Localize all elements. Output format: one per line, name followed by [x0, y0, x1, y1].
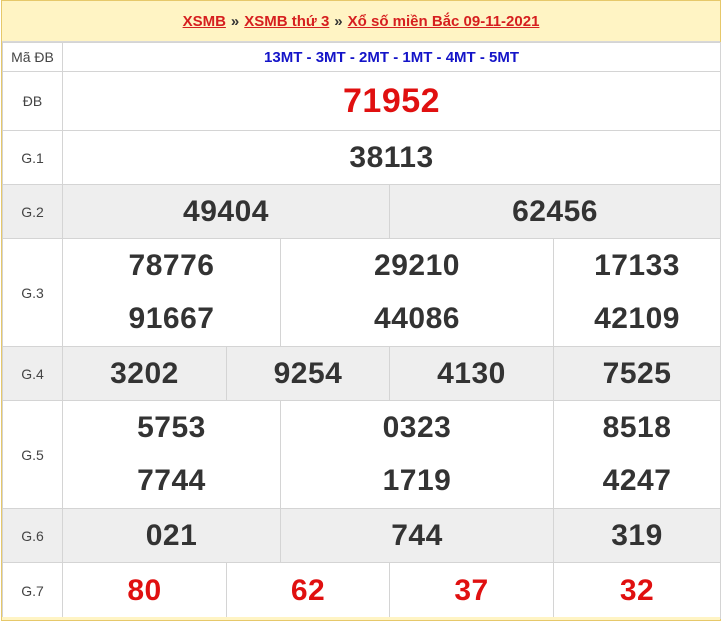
prize-number: 0323 [382, 410, 452, 444]
special-prize-number: 71952 [343, 81, 441, 120]
breadcrumb: XSMB » XSMB thứ 3 » Xổ số miền Bắc 09-11… [2, 0, 720, 42]
breadcrumb-separator: » [230, 12, 240, 30]
prize-number: 7744 [137, 464, 206, 498]
breadcrumb-link-xo-so-mien-bac[interactable]: Xổ số miền Bắc 09-11-2021 [348, 13, 540, 30]
prize-number: 62 [290, 573, 326, 607]
prize-number: 49404 [183, 194, 269, 228]
row-label: G.5 [2, 400, 63, 509]
row-g6: G.6 021 744 319 [2, 508, 722, 563]
prize-number: 4130 [437, 356, 506, 390]
breadcrumb-link-xsmb-thu-3[interactable]: XSMB thứ 3 [244, 13, 329, 30]
prize-number: 17133 [594, 248, 680, 282]
prize-number: 319 [611, 518, 663, 552]
row-ma-db: Mã ĐB 13MT - 3MT - 2MT - 1MT - 4MT - 5MT [2, 42, 722, 72]
prize-number: 78776 [128, 248, 215, 282]
row-label: G.7 [2, 562, 63, 619]
breadcrumb-separator: » [334, 12, 343, 30]
row-label: G.6 [2, 508, 63, 563]
prize-number: 8518 [602, 410, 672, 444]
prize-number: 5753 [137, 410, 206, 444]
results-panel: XSMB » XSMB thứ 3 » Xổ số miền Bắc 09-11… [1, 0, 722, 621]
row-label: G.1 [2, 130, 63, 185]
row-g1: G.1 38113 [2, 130, 722, 185]
row-g2: G.2 49404 62456 [2, 184, 722, 239]
row-label: Mã ĐB [2, 42, 63, 72]
row-g5: G.5 5753 0323 8518 [2, 400, 722, 509]
row-g5-second: 7744 1719 4247 [3, 454, 722, 509]
prize-number: 91667 [128, 302, 215, 336]
prize-number: 62456 [512, 194, 598, 228]
row-label: G.3 [2, 238, 63, 347]
prize-number: 1719 [382, 464, 452, 498]
prize-number: 38113 [349, 140, 434, 174]
prize-number: 4247 [602, 464, 672, 498]
prize-number: 32 [619, 573, 655, 607]
row-label: G.4 [2, 346, 63, 401]
prize-number: 744 [391, 518, 443, 552]
row-g7: G.7 80 62 37 32 [2, 562, 722, 619]
row-db: ĐB 71952 [2, 71, 722, 131]
bottom-border [2, 617, 720, 620]
prize-number: 3202 [110, 356, 179, 390]
prize-number: 9254 [273, 356, 343, 390]
row-label: ĐB [2, 71, 63, 131]
prize-number: 80 [127, 573, 162, 607]
prize-number: 42109 [594, 302, 680, 336]
prize-number: 29210 [374, 248, 460, 282]
results-table: Mã ĐB 13MT - 3MT - 2MT - 1MT - 4MT - 5MT… [2, 42, 722, 619]
prize-number: 021 [145, 518, 198, 552]
prize-number: 44086 [374, 302, 460, 336]
row-label: G.2 [2, 184, 63, 239]
prize-number: 7525 [602, 356, 672, 390]
row-g3-second: 91667 44086 42109 [3, 292, 722, 347]
special-code-list: 13MT - 3MT - 2MT - 1MT - 4MT - 5MT [61, 42, 722, 72]
row-g3: G.3 78776 29210 17133 [2, 238, 722, 347]
row-g4: G.4 3202 9254 4130 7525 [2, 346, 722, 401]
prize-number: 37 [454, 573, 489, 607]
breadcrumb-link-xsmb[interactable]: XSMB [183, 13, 226, 30]
